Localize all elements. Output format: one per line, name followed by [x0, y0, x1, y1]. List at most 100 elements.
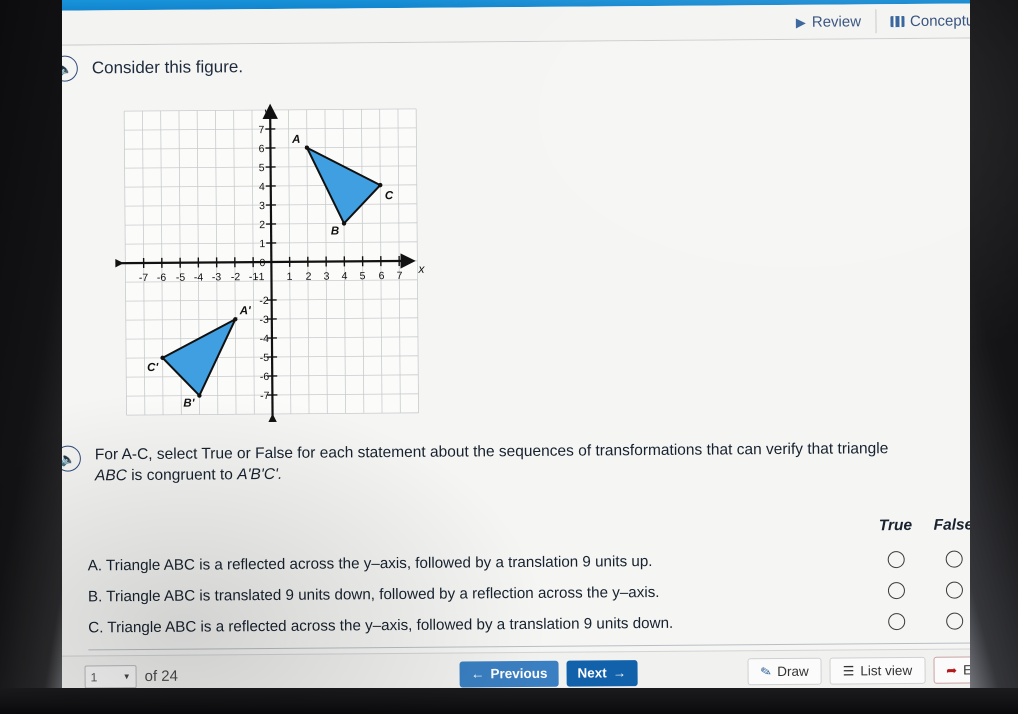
svg-text:5: 5: [259, 162, 265, 174]
chevron-down-icon: ▼: [122, 672, 131, 682]
option-c-false-radio[interactable]: [930, 612, 978, 630]
vertex-b: [341, 221, 347, 226]
svg-text:5: 5: [359, 270, 365, 282]
option-b-radios: [872, 581, 978, 600]
previous-button-label: Previous: [490, 665, 548, 682]
page-select-value: 1: [90, 669, 98, 684]
option-b-text: B. Triangle ABC is translated 9 units do…: [87, 583, 660, 606]
option-c-true-radio[interactable]: [872, 613, 920, 631]
exit-button[interactable]: ➦ Exit: [933, 656, 999, 684]
question-prompt-abc-prime: A'B'C'.: [237, 465, 283, 484]
question-prompt-text: For A-C, select True or False for each s…: [95, 439, 889, 487]
option-a-false-radio[interactable]: [930, 550, 978, 568]
option-c-text: C. Triangle ABC is a reflected across th…: [88, 614, 674, 637]
option-a-radios: [872, 550, 978, 569]
previous-button[interactable]: ← Previous: [459, 660, 559, 688]
vertex-b-prime-label: B': [183, 398, 195, 410]
x-axis-label: x: [417, 262, 425, 276]
svg-text:6: 6: [378, 270, 384, 282]
page-total-label: of 24: [144, 667, 179, 685]
answer-column-headers: True False: [871, 516, 977, 535]
svg-text:-5: -5: [176, 272, 186, 284]
question-prompt-mid: is congruent to: [126, 466, 238, 485]
svg-text:2: 2: [305, 271, 311, 283]
photo-of-screen: #1 ▶ Review Conceptual Vid 🔈 Consider th…: [0, 0, 1018, 714]
y-tick-label-neg-one: -1: [255, 271, 265, 283]
svg-text:4: 4: [259, 181, 265, 193]
svg-text:-5: -5: [260, 352, 270, 364]
vertex-a-prime: [233, 317, 238, 322]
option-a-true-radio[interactable]: [872, 551, 920, 569]
svg-text:1: 1: [286, 271, 292, 283]
question-prompt-row: 🔈 For A-C, select True or False for each…: [54, 438, 991, 487]
tablet-screen: #1 ▶ Review Conceptual Vid 🔈 Consider th…: [27, 0, 1018, 698]
svg-text:3: 3: [323, 271, 329, 283]
svg-text:-2: -2: [259, 295, 269, 307]
svg-text:-7: -7: [139, 272, 149, 284]
option-row-c: C. Triangle ABC is a reflected across th…: [88, 605, 992, 643]
coordinate-plane-svg: -7 -6 -5 -4 -3 -2 -1 1 2 3 4 5 6 7 7 6 5…: [114, 103, 425, 424]
vertex-b-label: B: [331, 225, 339, 237]
svg-text:7: 7: [258, 124, 264, 136]
prompt-row: 🔈 Consider this figure.: [28, 38, 1016, 82]
vertex-a-label: A: [291, 134, 300, 146]
next-button-label: Next: [577, 665, 607, 681]
option-b-false-radio[interactable]: [930, 581, 978, 599]
prompt-text: Consider this figure.: [91, 57, 244, 78]
bottom-toolbar: 1 ▼ of 24 ← Previous Next → ✎ Draw ☰ Lis…: [32, 648, 1018, 698]
tab-review[interactable]: ▶ Review: [782, 4, 875, 40]
option-b-true-radio[interactable]: [872, 582, 920, 600]
y-axis-label: y: [263, 105, 271, 119]
svg-text:-4: -4: [260, 333, 270, 345]
vertex-c: [378, 182, 383, 188]
tab-conceptual-video[interactable]: Conceptual Vid: [876, 3, 1016, 39]
svg-text:-6: -6: [157, 272, 167, 284]
vertex-a-prime-label: A': [239, 305, 252, 317]
list-view-button[interactable]: ☰ List view: [829, 656, 926, 685]
vertex-c-prime: [160, 355, 165, 361]
column-header-false: False: [933, 516, 974, 534]
question-body: 🔈 Consider this figure. -7 -6 -5 -4 -3 -…: [27, 38, 1018, 658]
arrow-right-icon: →: [612, 665, 627, 681]
vertex-c-prime-label: C': [147, 362, 159, 374]
list-view-button-label: List view: [860, 662, 913, 679]
flag-icon: ▶: [795, 14, 806, 30]
option-a-text: A. Triangle ABC is a reflected across th…: [87, 552, 653, 575]
svg-text:-3: -3: [259, 314, 269, 326]
svg-text:-3: -3: [212, 271, 222, 283]
speaker-icon[interactable]: 🔈: [51, 55, 78, 82]
arrow-left-icon: ←: [470, 666, 485, 682]
speaker-icon-question[interactable]: 🔈: [54, 445, 81, 472]
pager: 1 ▼ of 24: [84, 665, 179, 689]
tab-conceptual-video-label: Conceptual Vid: [909, 11, 1012, 30]
coordinate-plane-figure: -7 -6 -5 -4 -3 -2 -1 1 2 3 4 5 6 7 7 6 5…: [114, 101, 429, 424]
svg-text:-4: -4: [194, 272, 204, 284]
svg-text:-2: -2: [231, 271, 241, 283]
tab-review-label: Review: [811, 12, 862, 31]
exit-button-label: Exit: [962, 662, 986, 678]
draw-button-label: Draw: [777, 663, 809, 680]
film-icon: [889, 15, 905, 27]
question-prompt-abc: ABC: [94, 467, 127, 485]
svg-text:7: 7: [396, 270, 402, 282]
draw-button[interactable]: ✎ Draw: [747, 657, 822, 686]
list-icon: ☰: [842, 662, 855, 679]
vertex-a: [304, 145, 310, 150]
svg-text:-7: -7: [260, 390, 270, 402]
next-button[interactable]: Next →: [566, 659, 638, 687]
svg-text:0: 0: [259, 257, 265, 269]
column-header-true: True: [878, 516, 913, 535]
page-select[interactable]: 1 ▼: [84, 665, 137, 689]
question-prompt-line1: For A-C, select True or False for each s…: [94, 440, 889, 464]
svg-text:1: 1: [259, 238, 265, 250]
exit-icon: ➦: [946, 662, 958, 678]
vertex-c-label: C: [385, 190, 394, 202]
svg-text:-6: -6: [260, 371, 270, 383]
answer-options: A. Triangle ABC is a reflected across th…: [88, 543, 993, 643]
svg-text:4: 4: [341, 270, 347, 282]
option-c-radios: [872, 612, 978, 631]
svg-text:6: 6: [259, 143, 265, 155]
tool-buttons: ✎ Draw ☰ List view ➦ Exit: [747, 656, 999, 686]
vertex-b-prime: [197, 393, 202, 398]
question-number: #1: [31, 24, 53, 45]
